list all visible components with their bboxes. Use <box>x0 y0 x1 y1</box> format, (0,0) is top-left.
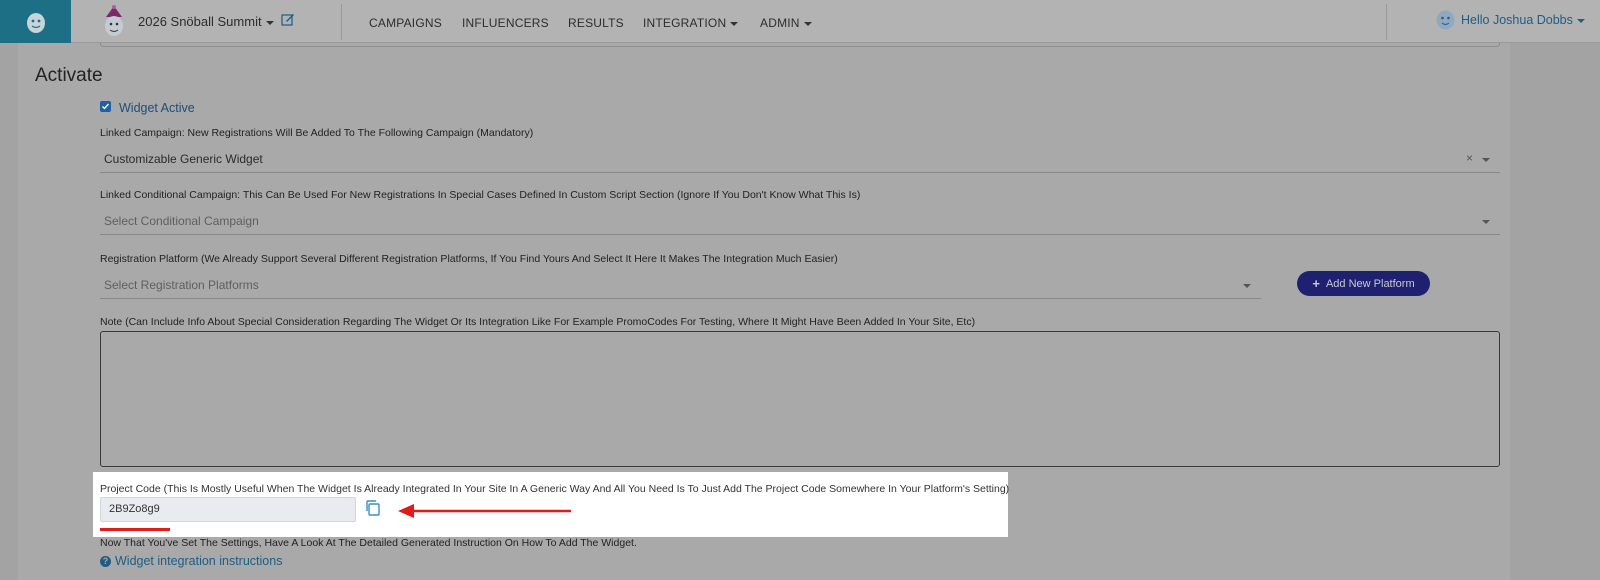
clear-icon[interactable]: × <box>1466 151 1473 165</box>
nav-results-label: RESULTS <box>568 16 624 30</box>
registration-platform-placeholder: Select Registration Platforms <box>104 278 259 292</box>
add-new-platform-button[interactable]: + Add New Platform <box>1297 271 1430 296</box>
user-greeting: Hello Joshua Dobbs <box>1461 13 1573 27</box>
conditional-campaign-select[interactable]: Select Conditional Campaign <box>100 207 1500 235</box>
previous-section-edge <box>100 43 1500 47</box>
chevron-down-icon <box>803 21 812 26</box>
section-title: Activate <box>35 65 103 86</box>
question-circle-icon: ? <box>100 555 111 567</box>
linked-campaign-value: Customizable Generic Widget <box>104 152 263 166</box>
instructions-hint: Now That You've Set The Settings, Have A… <box>100 537 637 549</box>
nav-influencers[interactable]: INFLUENCERS <box>462 16 549 30</box>
widget-active-checkbox[interactable] <box>100 101 111 112</box>
widget-instructions-label: Widget integration instructions <box>115 554 283 568</box>
nav-campaigns[interactable]: CAMPAIGNS <box>369 16 442 30</box>
add-new-platform-label: Add New Platform <box>1325 277 1415 290</box>
checkmark-icon <box>102 103 110 110</box>
copy-icon[interactable] <box>364 499 382 517</box>
linked-campaign-select[interactable]: Customizable Generic Widget × <box>100 145 1500 173</box>
nav-admin-label: ADMIN <box>760 16 800 30</box>
nav-campaigns-label: CAMPAIGNS <box>369 16 442 30</box>
linked-campaign-label: Linked Campaign: New Registrations Will … <box>100 127 534 139</box>
chevron-down-icon <box>265 20 274 25</box>
widget-instructions-link[interactable]: ? Widget integration instructions <box>100 554 282 568</box>
annotation-underline <box>100 528 170 531</box>
chevron-down-icon <box>1482 220 1490 224</box>
yeti-logo-icon <box>26 12 45 33</box>
conditional-campaign-label: Linked Conditional Campaign: This Can Be… <box>100 189 861 201</box>
registration-platform-label: Registration Platform (We Already Suppor… <box>100 253 838 265</box>
edit-icon[interactable] <box>281 12 295 26</box>
registration-platform-select[interactable]: Select Registration Platforms <box>100 271 1261 299</box>
project-avatar-icon[interactable] <box>100 5 128 38</box>
nav-integration[interactable]: INTEGRATION <box>643 16 739 30</box>
project-code-label: Project Code (This Is Mostly Useful When… <box>100 483 1010 495</box>
conditional-campaign-placeholder: Select Conditional Campaign <box>104 214 259 228</box>
chevron-down-icon <box>1482 158 1490 162</box>
nav-influencers-label: INFLUENCERS <box>462 16 549 30</box>
nav-integration-label: INTEGRATION <box>643 16 727 30</box>
chevron-down-icon <box>1243 284 1251 288</box>
nav-divider <box>341 4 342 40</box>
nav-results[interactable]: RESULTS <box>568 16 624 30</box>
top-navbar: 2026 Snöball Summit CAMPAIGNS INFLUENCER… <box>0 0 1600 43</box>
project-selector[interactable]: 2026 Snöball Summit <box>138 14 274 29</box>
chevron-down-icon <box>1576 18 1585 23</box>
widget-active-label[interactable]: Widget Active <box>119 101 195 115</box>
app-logo[interactable] <box>0 0 71 43</box>
plus-icon: + <box>1312 276 1320 291</box>
user-menu[interactable]: Hello Joshua Dobbs <box>1461 13 1585 27</box>
project-name: 2026 Snöball Summit <box>138 14 262 29</box>
user-avatar-icon <box>1436 10 1455 30</box>
project-code-field[interactable]: 2B9Zo8g9 <box>100 497 356 522</box>
note-label: Note (Can Include Info About Special Con… <box>100 316 976 328</box>
nav-admin[interactable]: ADMIN <box>760 16 812 30</box>
chevron-down-icon <box>730 21 739 26</box>
note-textarea[interactable] <box>100 331 1500 467</box>
annotation-arrow-icon <box>398 504 571 518</box>
nav-divider <box>1386 4 1387 40</box>
